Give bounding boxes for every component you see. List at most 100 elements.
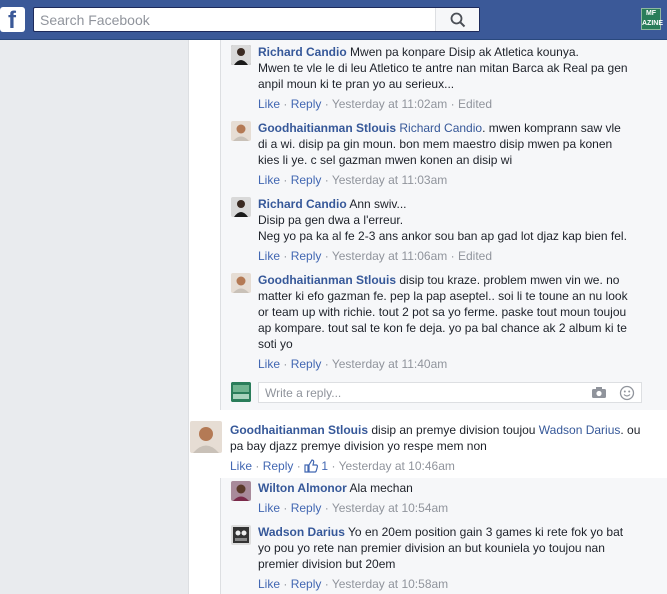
avatar-richard-candio[interactable] (231, 45, 251, 65)
edited-label[interactable]: Edited (458, 97, 492, 111)
comment-line: Mwen pa konpare Disip ak Atletica kounya… (350, 45, 579, 59)
avatar-wilton-almonor[interactable] (231, 481, 251, 501)
comment-line: Disip pa gen dwa a l'erreur. (258, 213, 404, 227)
comment-actions: Like · Reply · Yesterday at 11:02am · Ed… (258, 96, 492, 112)
timestamp[interactable]: Yesterday at 11:06am (332, 249, 447, 263)
timestamp[interactable]: Yesterday at 10:46am (339, 459, 455, 473)
comment-line: . ou (620, 423, 641, 437)
comment-body: Goodhaitianman Stlouis Richard Candio. m… (258, 120, 658, 168)
current-user-avatar (231, 382, 251, 402)
avatar-richard-candio[interactable] (231, 197, 251, 217)
camera-icon[interactable] (591, 386, 607, 402)
comment-actions: Like · Reply · 1 · Yesterday at 10:46am (230, 458, 455, 474)
timestamp[interactable]: Yesterday at 11:02am (332, 97, 447, 111)
comment-line: matter ki efo gazman fe. pep la pap asep… (258, 289, 628, 303)
like-link[interactable]: Like (258, 357, 280, 371)
comment-line: soti yo (258, 337, 293, 351)
comment-line: disip an premye division toujou (371, 423, 536, 437)
comment-author[interactable]: Goodhaitianman Stlouis (258, 121, 396, 135)
comment-line: Ann swiv... (349, 197, 407, 211)
reply-link[interactable]: Reply (291, 173, 322, 187)
like-link[interactable]: Like (258, 577, 280, 591)
emoji-icon[interactable] (619, 385, 635, 404)
timestamp[interactable]: Yesterday at 11:03am (332, 173, 447, 187)
separator: · (283, 501, 288, 515)
comment-actions: Like · Reply · Yesterday at 11:40am (258, 356, 447, 372)
separator: · (331, 459, 336, 473)
comment-line: Ala mechan (349, 481, 413, 495)
comment-line: Mwen te vle le di leu Atletico te antre … (258, 61, 628, 75)
avatar-goodhaitianman[interactable] (231, 273, 251, 293)
reply-link[interactable]: Reply (291, 357, 322, 371)
separator: · (450, 249, 455, 263)
separator: · (450, 97, 455, 111)
comment-line: ap kompare. tout sal te kon fe deja. yo … (258, 321, 627, 335)
comment-body: Wilton Almonor Ala mechan (258, 480, 658, 496)
like-link[interactable]: Like (258, 173, 280, 187)
comment-author[interactable]: Richard Candio (258, 45, 347, 59)
like-count-value: 1 (321, 459, 329, 473)
separator: · (283, 97, 288, 111)
comment-author[interactable]: Wilton Almonor (258, 481, 347, 495)
like-count[interactable]: 1 (304, 459, 328, 473)
comment-body: Richard Candio Mwen pa konpare Disip ak … (258, 44, 658, 92)
separator: · (324, 173, 329, 187)
page-brand-icon[interactable]: MF AZINE (641, 8, 663, 30)
timestamp[interactable]: Yesterday at 11:40am (332, 357, 447, 371)
search-icon (450, 12, 466, 28)
comment-line: . mwen komprann saw vle (482, 121, 621, 135)
comment-author[interactable]: Wadson Darius (258, 525, 345, 539)
comment-line: Neg yo pa ka al fe 2-3 ans ankor sou ban… (258, 229, 627, 243)
separator: · (283, 173, 288, 187)
search-input[interactable] (34, 8, 434, 31)
comment-actions: Like · Reply · Yesterday at 10:54am (258, 500, 448, 516)
avatar-goodhaitianman[interactable] (190, 421, 222, 453)
comment-actions: Like · Reply · Yesterday at 11:06am · Ed… (258, 248, 492, 264)
comment-line: Yo en 20em position gain 3 games ki rete… (348, 525, 624, 539)
reply-box (258, 382, 642, 403)
separator: · (296, 459, 301, 473)
like-link[interactable]: Like (258, 501, 280, 515)
like-link[interactable]: Like (258, 97, 280, 111)
reply-link[interactable]: Reply (291, 577, 322, 591)
separator: · (283, 577, 288, 591)
comment-body: Wadson Darius Yo en 20em position gain 3… (258, 524, 658, 572)
reply-link[interactable]: Reply (263, 459, 294, 473)
timestamp[interactable]: Yesterday at 10:54am (332, 501, 448, 515)
separator: · (324, 97, 329, 111)
avatar-wadson-darius[interactable] (231, 525, 251, 545)
comment-line: disip tou kraze. problem mwen vin we. no (399, 273, 620, 287)
separator: · (324, 357, 329, 371)
brand-badge-text: MF AZINE (642, 10, 663, 27)
search-box (33, 7, 480, 32)
like-link[interactable]: Like (258, 249, 280, 263)
separator: · (324, 577, 329, 591)
comment-line: yo pou yo rete nan premier division an b… (258, 541, 605, 555)
separator: · (283, 357, 288, 371)
like-link[interactable]: Like (230, 459, 252, 473)
comment-line: di a wi. disip pa gin moun. bon mem maes… (258, 137, 613, 151)
comment-body: Goodhaitianman Stlouis disip tou kraze. … (258, 272, 658, 352)
comment-actions: Like · Reply · Yesterday at 10:58am (258, 576, 448, 592)
edited-label[interactable]: Edited (458, 249, 492, 263)
reply-input[interactable] (259, 383, 579, 402)
mention-link[interactable]: Wadson Darius (539, 423, 621, 437)
facebook-logo[interactable]: f (0, 7, 25, 34)
comment-author[interactable]: Goodhaitianman Stlouis (230, 423, 368, 437)
comment-line: or team up with richie. tout 2 pot sa yo… (258, 305, 627, 319)
comment-line: pa bay djazz premye division yo respe me… (230, 439, 487, 453)
comment-actions: Like · Reply · Yesterday at 11:03am (258, 172, 447, 188)
comment-author[interactable]: Richard Candio (258, 197, 347, 211)
avatar-goodhaitianman[interactable] (231, 121, 251, 141)
thumbs-up-icon (304, 459, 319, 473)
comment-line: kies li ye. c sel gazman mwen konen an d… (258, 153, 513, 167)
reply-link[interactable]: Reply (291, 97, 322, 111)
mention-link[interactable]: Richard Candio (399, 121, 482, 135)
timestamp[interactable]: Yesterday at 10:58am (332, 577, 448, 591)
search-button[interactable] (435, 8, 479, 31)
reply-link[interactable]: Reply (291, 501, 322, 515)
reply-link[interactable]: Reply (291, 249, 322, 263)
separator: · (255, 459, 260, 473)
left-column (0, 40, 188, 594)
comment-author[interactable]: Goodhaitianman Stlouis (258, 273, 396, 287)
